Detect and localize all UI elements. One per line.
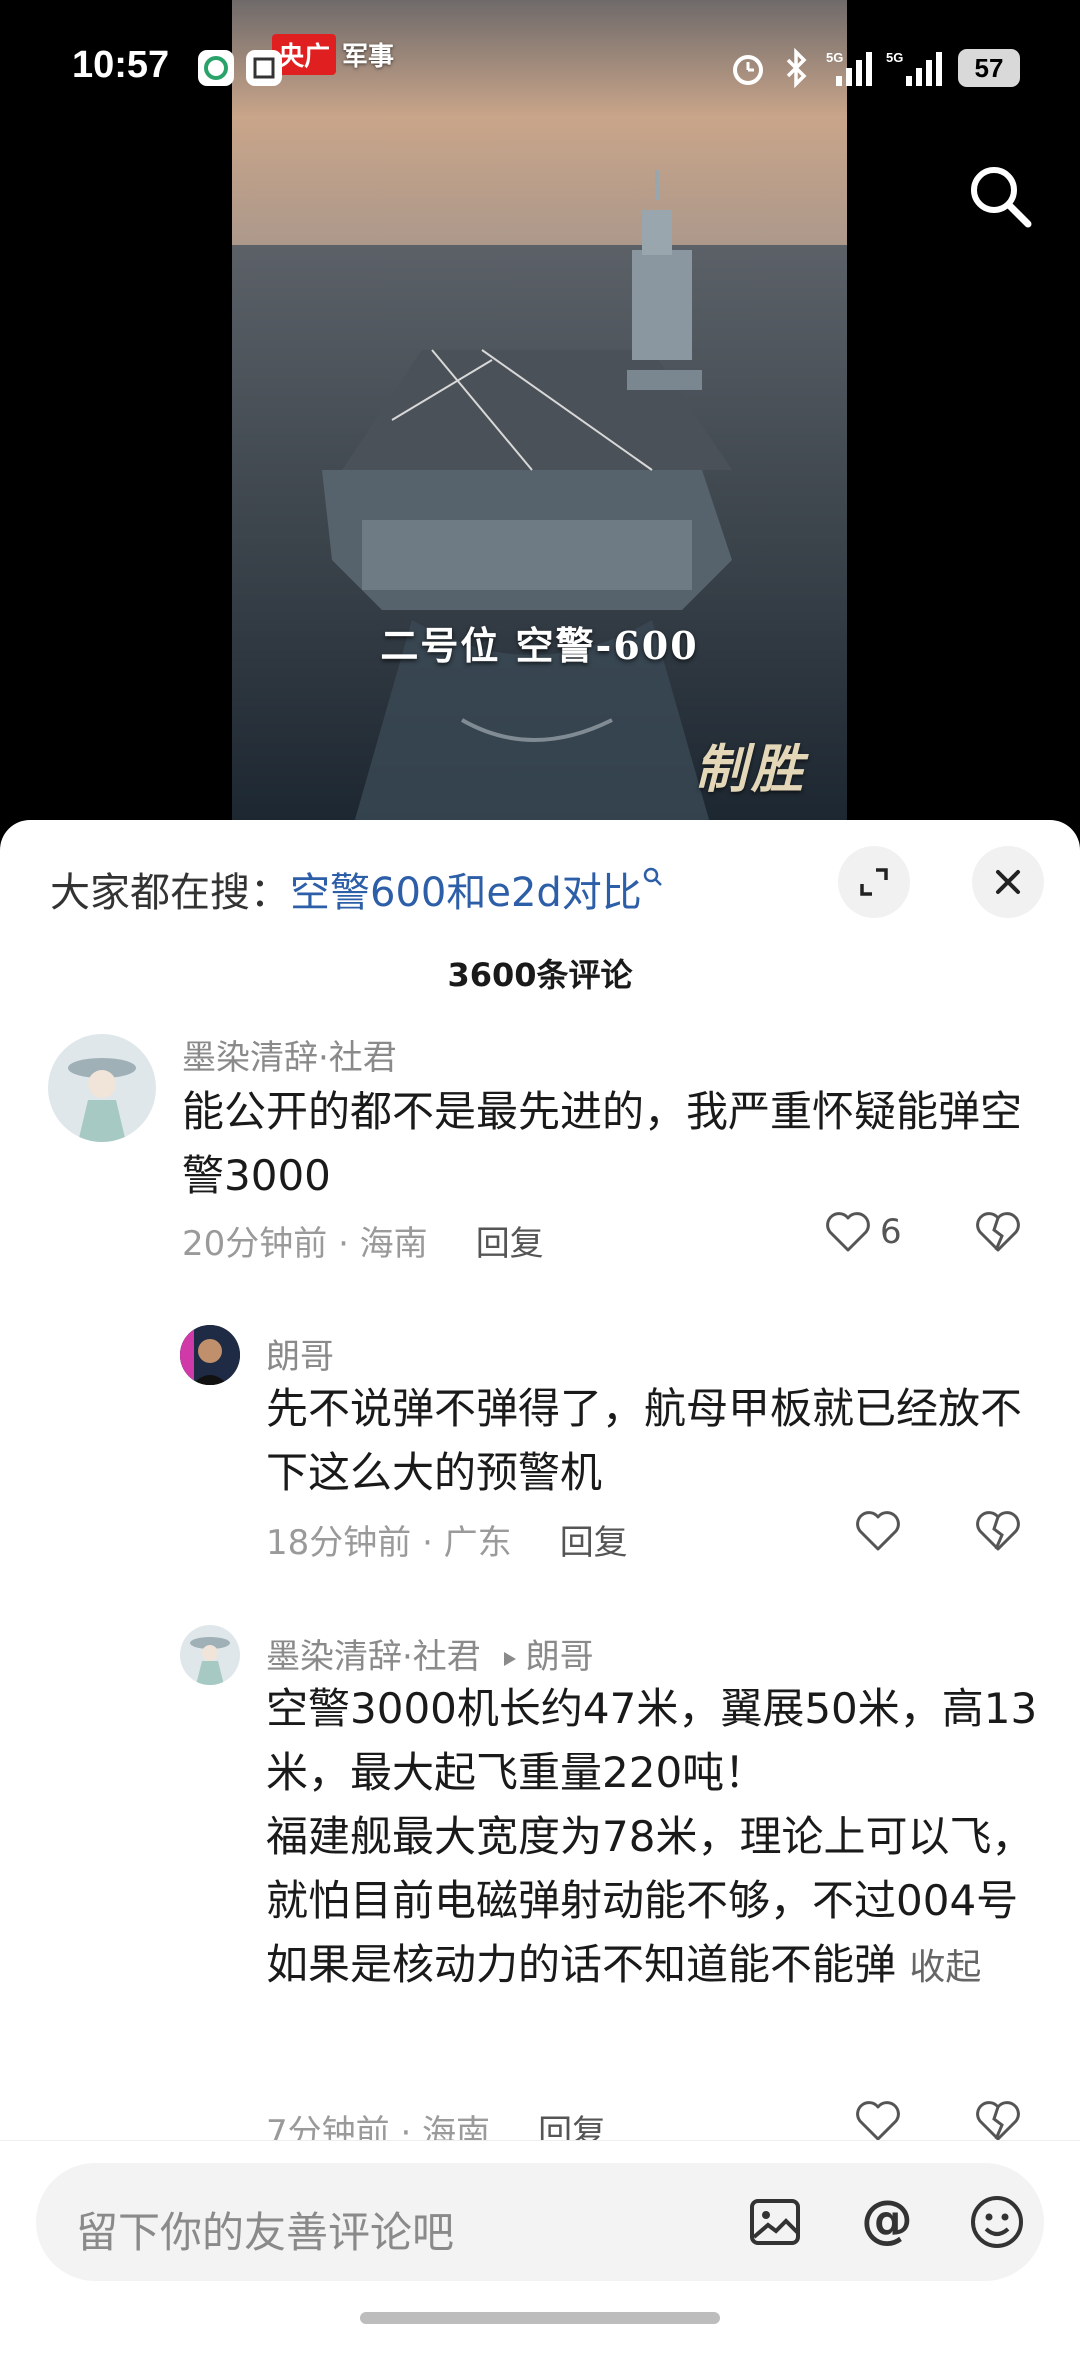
broken-heart-icon (976, 1511, 1020, 1551)
comment-text: 先不说弹不弹得了，航母甲板就已经放不下这么大的预警机 (266, 1384, 1023, 1497)
broken-heart-icon (976, 1212, 1020, 1252)
status-indicators: 5G 5G 57 (728, 48, 1020, 88)
dislike-button[interactable] (974, 1210, 1022, 1258)
search-small-icon (643, 867, 662, 886)
emoji-icon (971, 2196, 1023, 2248)
signal-5g-icon-2: 5G (886, 50, 942, 86)
heart-icon (856, 1511, 900, 1551)
emoji-button[interactable] (964, 2189, 1030, 2255)
hot-search-term[interactable]: 空警600和e2d对比 (290, 870, 642, 916)
like-button[interactable] (854, 1509, 910, 1553)
svg-text:@: @ (861, 2190, 913, 2250)
avatar[interactable] (180, 1625, 240, 1685)
status-time: 10:57 (72, 44, 170, 86)
comment-text: 空警3000机长约47米，翼展50米，高13米，最大起飞重量220吨！ 福建舰最… (266, 1677, 1041, 2000)
collapse-button[interactable]: 收起 (909, 1947, 981, 1988)
broken-heart-icon (976, 2101, 1020, 2141)
reply-item: 朗哥 先不说弹不弹得了，航母甲板就已经放不下这么大的预警机 18分钟前 · 广东… (0, 1325, 1080, 1615)
hot-search-bar[interactable]: 大家都在搜：空警600和e2d对比 (50, 860, 664, 918)
comment-username[interactable]: 朗哥 (266, 1329, 334, 1378)
comment-time: 18分钟前 · 广东 (266, 1523, 512, 1563)
bluetooth-icon (786, 48, 807, 88)
alarm-icon (733, 55, 763, 85)
comment-meta: 20分钟前 · 海南 回复 (182, 1216, 544, 1265)
notification-app-icon-2 (246, 50, 282, 86)
heart-icon (856, 2101, 900, 2141)
svg-text:5G: 5G (826, 50, 843, 65)
at-icon: @ (861, 2190, 913, 2250)
image-icon (750, 2199, 800, 2245)
avatar[interactable] (180, 1325, 240, 1385)
comment-count: 3600条评论 (447, 956, 633, 994)
comment-username[interactable]: 墨染清辞·社君 (266, 1637, 481, 1677)
battery-level: 57 (958, 49, 1020, 87)
reply-arrow-icon (503, 1651, 516, 1666)
mention-button[interactable]: @ (854, 2189, 920, 2255)
video-watermark-logo: 制胜 (694, 739, 807, 800)
svg-text:5G: 5G (886, 50, 903, 65)
like-button[interactable]: 6 (824, 1210, 902, 1254)
signal-5g-icon: 5G (826, 50, 872, 86)
comment-time: 20分钟前 · 海南 (182, 1224, 428, 1264)
dislike-button[interactable] (974, 1509, 1022, 1557)
avatar[interactable] (48, 1034, 156, 1142)
comment-text: 能公开的都不是最先进的，我严重怀疑能弹空警3000 (182, 1087, 1023, 1200)
comment-input-placeholder: 留下你的友善评论吧 (76, 2208, 455, 2257)
reply-button[interactable]: 回复 (476, 1224, 544, 1264)
close-button[interactable] (972, 846, 1044, 918)
notification-app-icon (198, 50, 234, 86)
comment-meta: 18分钟前 · 广东 回复 (266, 1515, 628, 1564)
reply-to-username[interactable]: 朗哥 (526, 1637, 594, 1677)
reply-item: 墨染清辞·社君 朗哥 空警3000机长约47米，翼展50米，高13米，最大起飞重… (0, 1625, 1080, 2153)
video-caption: 二号位 空警-600 (380, 623, 699, 668)
reply-button[interactable]: 回复 (560, 1523, 628, 1563)
search-button[interactable] (964, 160, 1036, 232)
comment-username[interactable]: 墨染清辞·社君 (182, 1030, 397, 1079)
comment-panel: 大家都在搜：空警600和e2d对比 3600条评论 墨染清辞·社君 能公开的都不… (0, 820, 1080, 2354)
home-indicator[interactable] (360, 2312, 720, 2324)
like-count: 6 (880, 1212, 902, 1252)
like-button[interactable] (854, 2099, 910, 2143)
comment-text-content: 空警3000机长约47米，翼展50米，高13米，最大起飞重量220吨！ 福建舰最… (266, 1684, 1038, 1989)
expand-icon (860, 868, 888, 896)
close-icon (996, 870, 1020, 894)
hot-search-prefix: 大家都在搜： (50, 870, 290, 916)
image-button[interactable] (742, 2189, 808, 2255)
comment-input-bar: 留下你的友善评论吧 @ (0, 2140, 1080, 2354)
comment-item: 墨染清辞·社君 能公开的都不是最先进的，我严重怀疑能弹空警3000 20分钟前 … (0, 1030, 1080, 1310)
comment-input[interactable]: 留下你的友善评论吧 @ (36, 2163, 1044, 2281)
status-bar: 10:57 5G 5G 57 (0, 0, 1080, 140)
search-icon (971, 167, 1032, 228)
expand-button[interactable] (838, 846, 910, 918)
comment-username-line: 墨染清辞·社君 朗哥 (266, 1629, 594, 1678)
heart-icon (826, 1212, 870, 1252)
